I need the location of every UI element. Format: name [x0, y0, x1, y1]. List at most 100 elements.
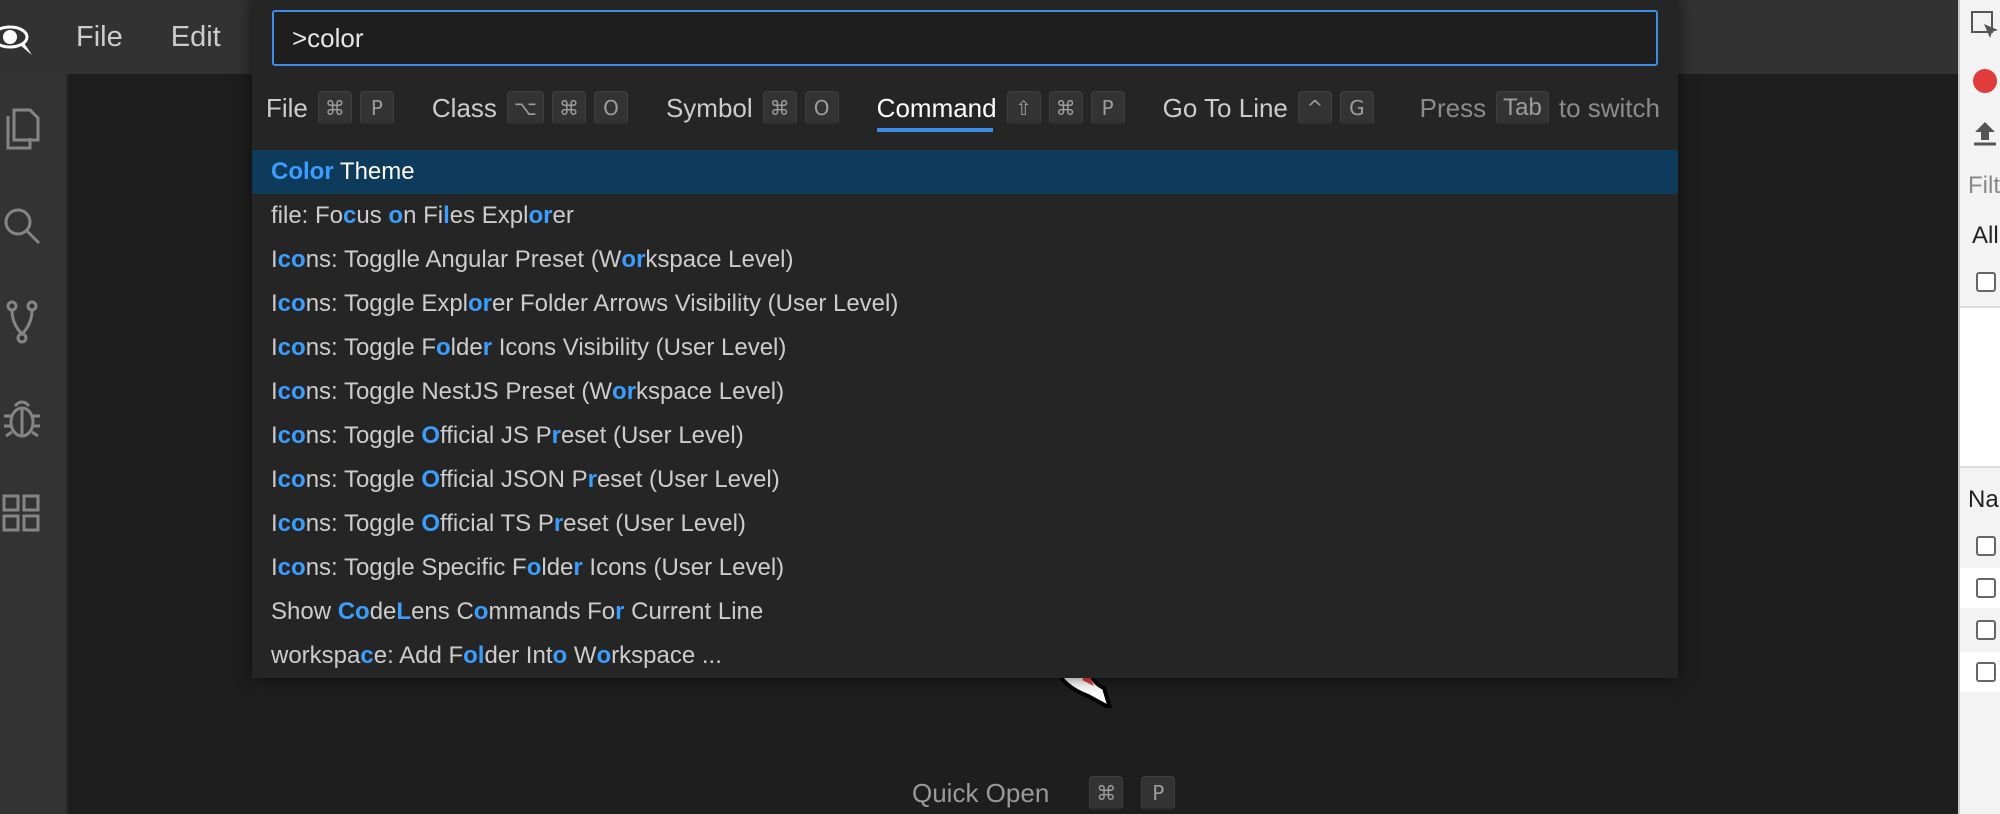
command-text: ns: Toggl: [305, 334, 402, 361]
tab-symbol[interactable]: Symbol ⌘ O: [666, 86, 847, 130]
kbd-key: ⌘: [317, 91, 352, 125]
command-item[interactable]: Icons: Toggle Specific Folder Icons (Use…: [252, 546, 1678, 590]
command-item[interactable]: workspace: Add Folder Into Workspace ...: [252, 634, 1678, 678]
command-item[interactable]: Icons: Togglle Angular Preset (Workspace…: [252, 238, 1678, 282]
quick-open-hint: Quick Open ⌘ P: [912, 776, 1183, 810]
match-highlight: l: [443, 202, 450, 229]
command-text: I: [271, 554, 278, 581]
switch-hint: Press Tab to switch: [1420, 91, 1660, 125]
upload-icon[interactable]: [1970, 118, 2000, 153]
command-text: ns: Toggl: [305, 554, 402, 581]
match-highlight: L: [396, 598, 412, 625]
match-highlight: O: [421, 510, 440, 537]
devtools-panel: Filt All Na: [1958, 0, 2000, 814]
spaceship-logo-icon: [0, 0, 38, 74]
command-text: er Folder Arrows Visibility (User Level): [492, 290, 899, 317]
match-highlight: o: [388, 202, 404, 229]
match-highlight: Color: [271, 158, 334, 185]
menu-edit[interactable]: Edit: [147, 0, 245, 74]
match-highlight: co: [277, 378, 306, 405]
command-text: e: [401, 466, 422, 493]
command-text: es Expl: [449, 202, 529, 229]
command-item[interactable]: Icons: Toggle Official JSON Preset (User…: [252, 458, 1678, 502]
command-text: I: [271, 510, 278, 537]
extensions-icon[interactable]: [0, 488, 44, 540]
command-item[interactable]: Show CodeLens Commands For Current Line: [252, 590, 1678, 634]
match-highlight: co: [277, 510, 306, 537]
match-highlight: co: [277, 422, 306, 449]
command-text: I: [271, 334, 278, 361]
search-icon[interactable]: [0, 200, 44, 252]
command-text: e Specific F: [401, 554, 527, 581]
kbd-key: O: [593, 91, 628, 125]
source-control-icon[interactable]: [0, 296, 44, 348]
tab-class[interactable]: Class ⌥ ⌘ O: [432, 86, 636, 130]
match-highlight: co: [277, 290, 306, 317]
command-item[interactable]: Icons: Toggle Explorer Folder Arrows Vis…: [252, 282, 1678, 326]
match-highlight: o: [436, 334, 451, 361]
match-highlight: o: [473, 598, 489, 625]
command-text: er: [552, 202, 574, 229]
checkbox[interactable]: [1976, 272, 1996, 292]
command-text: ns: Toggl: [305, 378, 402, 405]
command-palette-input[interactable]: >color: [272, 10, 1658, 66]
command-text: lde: [541, 554, 574, 581]
tab-label: Symbol: [665, 92, 753, 123]
command-item[interactable]: Icons: Toggle Official TS Preset (User L…: [252, 502, 1678, 546]
tab-file[interactable]: File ⌘ P: [266, 86, 402, 130]
command-text: Theme: [333, 158, 415, 185]
filter-input[interactable]: Filt: [1968, 172, 2000, 200]
command-palette: >color File ⌘ P Class ⌥ ⌘ O Symbol ⌘ O C…: [252, 0, 1678, 678]
tab-label: Command: [876, 92, 997, 123]
match-highlight: r: [553, 510, 564, 537]
record-icon[interactable]: [1970, 66, 2000, 101]
kbd-key: P: [1141, 776, 1176, 810]
command-item[interactable]: Icons: Toggle Folder Icons Visibility (U…: [252, 326, 1678, 370]
table-row[interactable]: [1960, 610, 2000, 650]
kbd-key: P: [1090, 91, 1125, 125]
match-highlight: r: [551, 422, 561, 449]
command-text: Show: [271, 598, 338, 625]
match-highlight: r: [482, 334, 493, 361]
table-row[interactable]: [1960, 652, 2000, 692]
all-filter[interactable]: All: [1972, 222, 1999, 250]
command-item[interactable]: file: Focus on Files Explorer: [252, 194, 1678, 238]
kbd-key: ⌘: [551, 91, 586, 125]
match-highlight: co: [277, 466, 306, 493]
files-icon[interactable]: [0, 104, 44, 156]
match-highlight: c: [360, 642, 374, 669]
command-item[interactable]: Color Theme: [252, 150, 1678, 194]
match-highlight: or: [612, 378, 637, 405]
tab-label: File: [266, 92, 308, 123]
match-highlight: o: [552, 642, 568, 669]
command-text: I: [271, 378, 278, 405]
command-text: fficial JS P: [440, 422, 552, 449]
table-row[interactable]: [1960, 568, 2000, 608]
command-text: e: [401, 422, 422, 449]
name-column-header[interactable]: Na: [1968, 486, 1999, 514]
command-text: ns: Toggl: [305, 246, 402, 273]
menu-file[interactable]: File: [38, 0, 147, 74]
table-row[interactable]: [1960, 526, 2000, 566]
match-highlight: O: [421, 422, 440, 449]
kbd-key: ⌘: [762, 91, 797, 125]
command-item[interactable]: Icons: Toggle Official JS Preset (User L…: [252, 414, 1678, 458]
debug-icon[interactable]: [0, 392, 44, 444]
match-highlight: or: [468, 290, 493, 317]
command-item[interactable]: Icons: Toggle NestJS Preset (Workspace L…: [252, 370, 1678, 414]
tab-go-to-line[interactable]: Go To Line ^ G: [1163, 86, 1382, 130]
kbd-key: O: [804, 91, 839, 125]
inspect-icon[interactable]: [1970, 10, 2000, 45]
tab-command[interactable]: Command ⇧ ⌘ P: [876, 86, 1133, 132]
kbd-key: ⌥: [506, 91, 544, 125]
tab-label: Go To Line: [1162, 92, 1288, 123]
command-text: ens C: [411, 598, 474, 625]
command-text: kspace Level): [645, 246, 794, 273]
command-text: kspace Level): [636, 378, 785, 405]
command-text: e Expl: [401, 290, 469, 317]
command-text: fficial TS P: [440, 510, 554, 537]
kbd-key: ^: [1297, 91, 1332, 125]
kbd-key: ⇧: [1006, 91, 1041, 125]
command-text: us: [356, 202, 389, 229]
activity-bar: [0, 74, 68, 814]
